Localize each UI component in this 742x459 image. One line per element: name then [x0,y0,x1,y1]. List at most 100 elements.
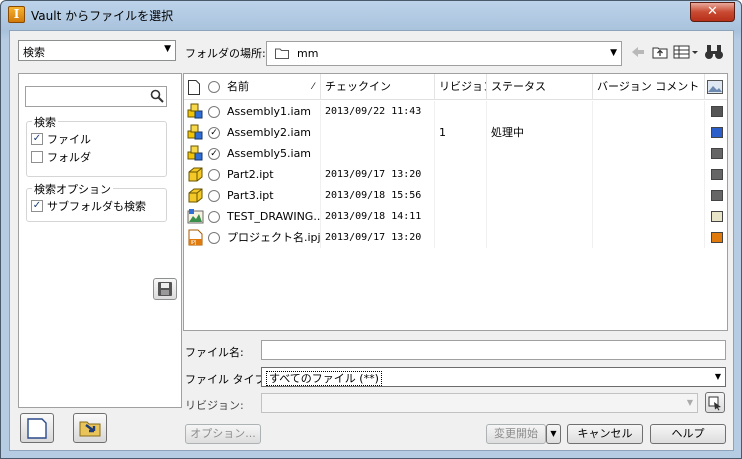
cell-checkin: 2013/09/17 13:20 [321,164,435,185]
thumbnail-preview [711,148,723,159]
filetype-dropdown[interactable]: すべてのファイル (**) ▼ [261,367,726,387]
floppy-disk-icon [158,282,172,296]
search-icon[interactable] [150,89,164,103]
folders-checkbox[interactable] [31,151,43,163]
revision-browse-button[interactable] [705,392,725,413]
filename-input[interactable] [261,340,726,360]
start-change-button[interactable]: 変更開始 [486,424,546,444]
thumbnail-preview [711,106,723,117]
sort-indicator-icon: ⁄ [312,82,314,92]
checked-out-indicator-icon: ✓ [208,127,220,139]
checked-out-indicator-icon: ✓ [208,148,220,160]
thumbnail-preview [711,169,723,180]
not-checked-out-indicator-icon [208,190,220,202]
filename-label: ファイル名: [185,346,244,359]
help-button[interactable]: ヘルプ [650,424,726,444]
cell-version-comment [593,122,705,143]
inventor-app-icon: I [8,6,25,23]
cell-status [487,164,593,185]
title-bar[interactable]: I Vault からファイルを選択 ✕ [1,1,741,29]
start-change-menu-button[interactable]: ▼ [546,424,561,444]
table-row[interactable]: Part2.ipt 2013/09/17 13:20 [184,164,727,185]
cell-checkin: 2013/09/17 13:20 [321,227,435,248]
table-row[interactable]: ✓ Assembly5.iam [184,143,727,164]
cell-status [487,206,593,227]
cell-name: Assembly5.iam [223,143,321,164]
chevron-down-icon: ▼ [714,372,722,381]
table-row[interactable]: ✓ Assembly2.iam 1 処理中 [184,122,727,143]
table-row[interactable]: IPJ プロジェクト名.ipj 2013/09/17 13:20 [184,227,727,248]
search-options-title: 検索オプション [32,181,113,197]
file-list[interactable]: 名前 ⁄ チェックイン リビジョン ステータス バージョン コメント Assem… [183,73,728,331]
blank-page-icon [27,418,47,439]
file-list-header: 名前 ⁄ チェックイン リビジョン ステータス バージョン コメント [184,74,727,100]
options-button[interactable]: オプション... [185,424,261,444]
cell-version-comment [593,185,705,206]
cell-checkin: 2013/09/18 15:56 [321,185,435,206]
cell-status [487,185,593,206]
table-row[interactable]: TEST_DRAWING.... 2013/09/18 14:11 [184,206,727,227]
view-menu-icon[interactable] [673,43,699,61]
checkout-column-icon [208,81,220,93]
filetype-value: すべてのファイル (**) [266,371,382,386]
folder-icon [275,48,289,59]
cell-name: Assembly2.iam [223,122,321,143]
folder-arrow-icon [79,421,101,437]
not-checked-out-indicator-icon [208,169,220,181]
up-folder-icon[interactable] [652,43,668,61]
search-input[interactable] [25,86,167,107]
cell-revision: 1 [435,122,487,143]
not-checked-out-indicator-icon [208,232,220,244]
back-arrow-icon[interactable] [630,43,646,61]
cell-revision [435,101,487,122]
table-row[interactable]: Assembly1.iam 2013/09/22 11:43 [184,101,727,122]
chevron-down-icon: ▼ [164,44,171,54]
column-header-checkin[interactable]: チェックイン [321,74,435,100]
cell-checkin [321,143,435,164]
column-header-revision[interactable]: リビジョン [435,74,487,100]
file-type-column-icon [188,80,200,95]
folder-path: mm [297,47,319,60]
revision-label: リビジョン: [185,399,244,412]
cell-checkin: 2013/09/18 14:11 [321,206,435,227]
not-checked-out-indicator-icon [208,211,220,223]
column-header-name[interactable]: 名前 ⁄ [223,74,321,100]
files-label: ファイル [47,133,91,146]
column-header-version-comment[interactable]: バージョン コメント [593,74,705,100]
folders-checkbox-row[interactable]: フォルダ [31,149,91,165]
files-checkbox-row[interactable]: ✓ ファイル [31,131,91,147]
cell-name: Assembly1.iam [223,101,321,122]
files-checkbox[interactable]: ✓ [31,133,43,145]
close-button[interactable]: ✕ [690,2,735,22]
save-search-button[interactable] [153,278,177,300]
find-binoculars-icon[interactable] [704,43,724,61]
not-checked-out-indicator-icon [208,106,220,118]
subfolders-checkbox-row[interactable]: ✓ サブフォルダも検索 [31,198,146,214]
thumbnail-preview [711,190,723,201]
revision-dropdown[interactable]: ▼ [261,393,698,413]
cell-name: プロジェクト名.ipj [223,227,321,248]
folders-label: フォルダ [47,151,91,164]
cell-name: Part2.ipt [223,164,321,185]
search-mode-dropdown[interactable]: 検索 ▼ [18,40,176,61]
chevron-down-icon: ▼ [550,429,557,438]
open-folder-view-button[interactable] [73,413,107,443]
cell-revision [435,227,487,248]
table-row[interactable]: Part3.ipt 2013/09/18 15:56 [184,185,727,206]
svg-text:IPJ: IPJ [191,240,197,246]
location-label: フォルダの場所: [185,47,266,60]
thumbnail-preview [711,127,723,138]
new-view-button[interactable] [20,413,54,443]
column-header-status[interactable]: ステータス [487,74,593,100]
preview-column-icon [707,80,723,94]
search-options-group: 検索オプション ✓ サブフォルダも検索 [26,181,167,222]
cancel-button[interactable]: キャンセル [567,424,643,444]
thumbnail-preview [711,232,723,243]
dialog-client: 検索 ▼ 検索 ✓ ファイル フォルダ 検索オプション ✓ サブフォルダも検索 … [9,30,734,451]
pick-cursor-icon [708,396,721,411]
subfolders-checkbox[interactable]: ✓ [31,200,43,212]
cell-status [487,143,593,164]
thumbnail-preview [711,211,723,222]
cell-version-comment [593,143,705,164]
folder-location-dropdown[interactable]: mm ▼ [266,41,622,66]
